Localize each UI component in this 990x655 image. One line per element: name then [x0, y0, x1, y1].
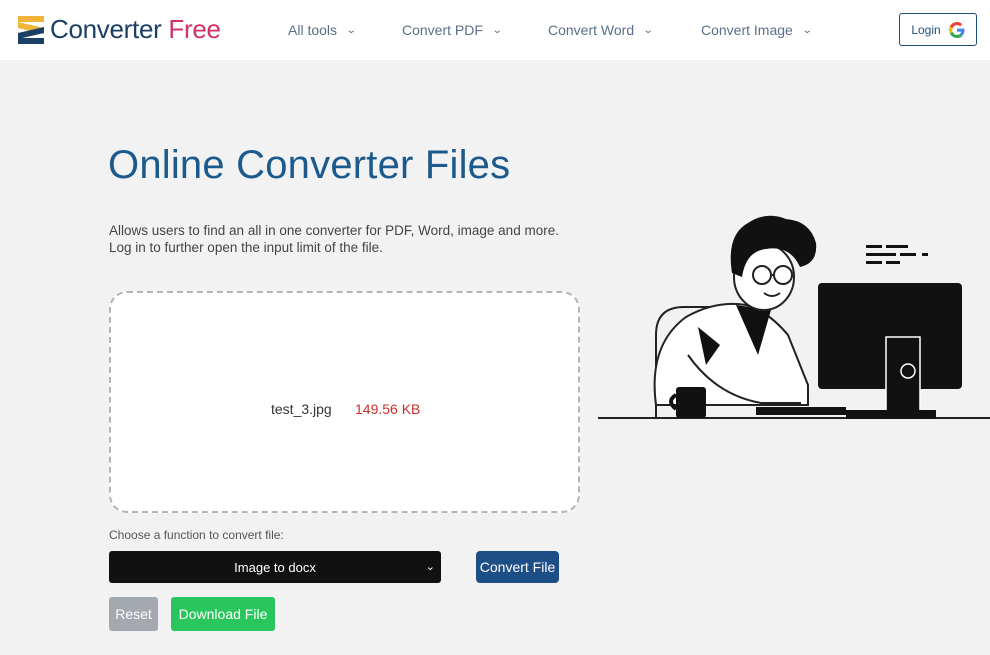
nav-convert-image-label: Convert Image — [701, 22, 793, 38]
top-header: Converter Free All tools ⌄ Convert PDF ⌄… — [0, 0, 990, 60]
function-select-value: Image to docx — [234, 559, 316, 575]
brand-name-part2: Free — [168, 14, 221, 44]
function-select-label: Choose a function to convert file: — [109, 528, 284, 542]
function-select[interactable]: Image to docx ⌄ — [109, 551, 441, 583]
chevron-down-icon: ⌄ — [801, 24, 813, 36]
nav-convert-image[interactable]: Convert Image ⌄ — [701, 0, 813, 60]
nav-all-tools[interactable]: All tools ⌄ — [288, 0, 357, 60]
nav-convert-pdf[interactable]: Convert PDF ⌄ — [402, 0, 503, 60]
uploaded-file-size: 149.56 KB — [355, 401, 421, 417]
chevron-down-icon: ⌄ — [491, 24, 503, 36]
nav-all-tools-label: All tools — [288, 22, 338, 38]
person-at-computer-illustration — [598, 215, 990, 419]
nav-convert-pdf-label: Convert PDF — [402, 22, 483, 38]
brand-logo[interactable]: Converter Free — [16, 12, 221, 46]
brand-name-part1: Converter — [50, 14, 162, 44]
logo-mark-icon — [18, 16, 44, 44]
nav-convert-word-label: Convert Word — [548, 22, 635, 38]
google-icon — [948, 21, 965, 38]
download-file-button[interactable]: Download File — [171, 597, 275, 631]
file-dropzone[interactable] — [109, 291, 580, 513]
nav-convert-word[interactable]: Convert Word ⌄ — [548, 0, 654, 60]
page-title: Online Converter Files — [108, 143, 511, 187]
convert-file-button[interactable]: Convert File — [476, 551, 559, 583]
uploaded-file-name: test_3.jpg — [271, 401, 332, 417]
page-description: Allows users to find an all in one conve… — [109, 223, 559, 255]
chevron-down-icon: ⌄ — [345, 24, 357, 36]
reset-button[interactable]: Reset — [109, 597, 158, 631]
login-label: Login — [911, 22, 941, 37]
chevron-down-icon: ⌄ — [425, 561, 435, 573]
chevron-down-icon: ⌄ — [642, 24, 654, 36]
login-button[interactable]: Login — [899, 13, 977, 46]
brand-name: Converter Free — [50, 12, 221, 46]
